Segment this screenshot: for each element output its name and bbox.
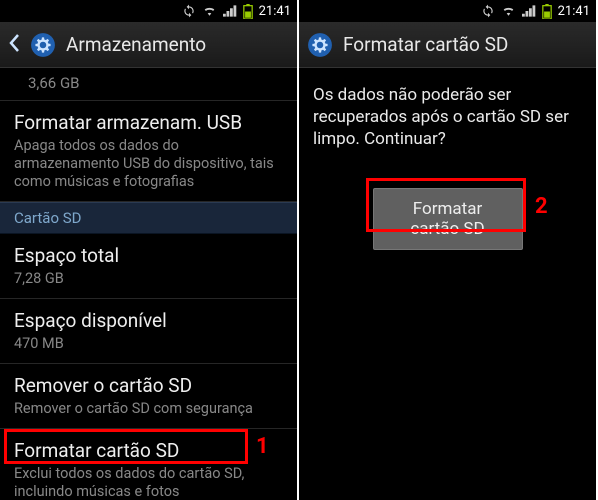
- format-sd-row[interactable]: Formatar cartão SD Exclui todos os dados…: [0, 429, 297, 500]
- battery-icon: [243, 4, 253, 19]
- sd-section-header: Cartão SD: [0, 202, 297, 234]
- format-usb-sub: Apaga todos os dados do armazenamento US…: [14, 137, 283, 191]
- avail-space-title: Espaço disponível: [14, 309, 283, 333]
- total-space-row[interactable]: Espaço total 7,28 GB: [0, 234, 297, 299]
- wifi-icon: [501, 5, 516, 17]
- back-icon[interactable]: [8, 33, 20, 57]
- clock-time: 21:41: [259, 4, 291, 19]
- remove-sd-row[interactable]: Remover o cartão SD Remover o cartão SD …: [0, 364, 297, 429]
- page-title: Formatar cartão SD: [343, 33, 508, 56]
- format-usb-row[interactable]: Formatar armazenam. USB Apaga todos os d…: [0, 101, 297, 202]
- callout-1: 1: [256, 434, 269, 459]
- settings-gear-icon: [307, 32, 333, 58]
- settings-gear-icon: [30, 32, 56, 58]
- settings-list: 3,66 GB Formatar armazenam. USB Apaga to…: [0, 68, 297, 500]
- total-space-value: 7,28 GB: [14, 270, 283, 288]
- sync-icon: [182, 4, 196, 18]
- signal-icon: [522, 5, 536, 17]
- sync-icon: [481, 4, 495, 18]
- format-sd-button[interactable]: Formatar cartão SD: [373, 188, 523, 250]
- avail-space-value: 470 MB: [14, 335, 283, 353]
- callout-2: 2: [535, 194, 548, 219]
- storage-used-row[interactable]: 3,66 GB: [0, 68, 297, 101]
- wifi-icon: [202, 5, 217, 17]
- total-space-title: Espaço total: [14, 244, 283, 268]
- header-bar: Armazenamento: [0, 22, 297, 68]
- phone-right: 21:41 Formatar cartão SD Os dados não po…: [299, 0, 596, 500]
- remove-sd-title: Remover o cartão SD: [14, 374, 283, 398]
- format-usb-title: Formatar armazenam. USB: [14, 111, 283, 135]
- confirm-message: Os dados não poderão ser recuperados apó…: [299, 68, 596, 166]
- battery-icon: [542, 4, 552, 19]
- phone-left: 21:41 Armazenamento 3,66 GB Formatar arm…: [0, 0, 297, 500]
- status-bar: 21:41: [0, 0, 297, 22]
- avail-space-row[interactable]: Espaço disponível 470 MB: [0, 299, 297, 364]
- format-sd-sub: Exclui todos os dados do cartão SD, incl…: [14, 465, 283, 500]
- signal-icon: [223, 5, 237, 17]
- header-bar: Formatar cartão SD: [299, 22, 596, 68]
- dialog-content: Os dados não poderão ser recuperados apó…: [299, 68, 596, 500]
- remove-sd-sub: Remover o cartão SD com segurança: [14, 400, 283, 418]
- status-bar: 21:41: [299, 0, 596, 22]
- page-title: Armazenamento: [66, 33, 206, 56]
- storage-used-value: 3,66 GB: [28, 74, 283, 92]
- format-sd-title: Formatar cartão SD: [14, 439, 283, 463]
- clock-time: 21:41: [558, 4, 590, 19]
